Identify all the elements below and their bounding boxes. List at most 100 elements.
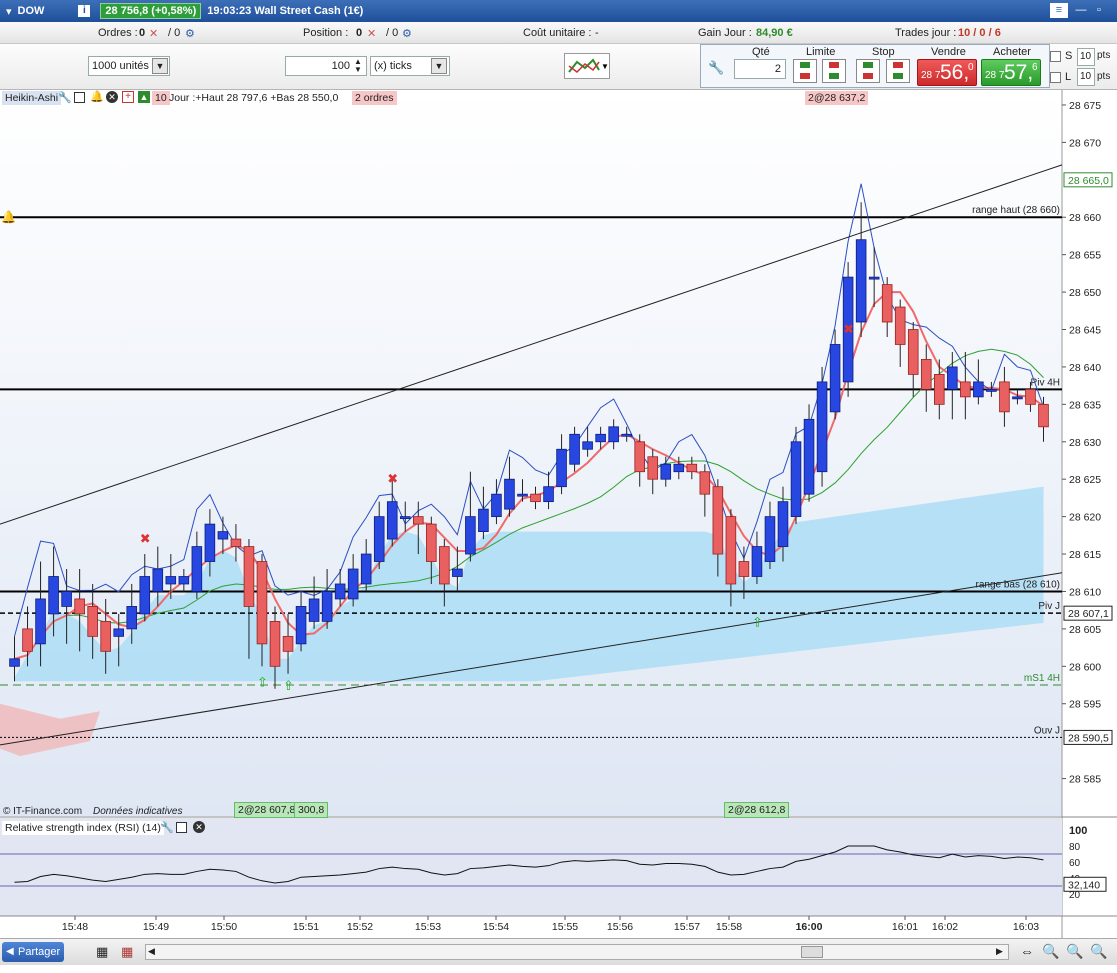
- close-icon[interactable]: ✕: [106, 91, 118, 103]
- day-range-info: Jour :+Haut 28 797,6 +Bas 28 550,0: [169, 92, 339, 104]
- y-tick-label: 28 670: [1069, 137, 1101, 149]
- layout-icon[interactable]: ≡: [1050, 3, 1068, 18]
- candle-body: [126, 606, 138, 630]
- candle-body: [881, 284, 893, 323]
- wrench-icon[interactable]: 🔧: [708, 60, 724, 76]
- candle-body: [504, 478, 515, 510]
- sell-button[interactable]: 28 7 56, 0: [917, 59, 977, 86]
- gears-icon[interactable]: ⚙: [185, 27, 195, 40]
- calculator-icon[interactable]: ▦: [96, 944, 108, 960]
- stop-buy-button[interactable]: [856, 59, 880, 83]
- order-tag-middle[interactable]: 2@28 612,8: [724, 802, 790, 818]
- zoom-out-icon[interactable]: 🔍: [1066, 943, 1083, 960]
- menu-arrow-icon[interactable]: ▾: [6, 5, 12, 18]
- chart-area[interactable]: range haut (28 660) Piv 4H range bas (28 6…: [0, 90, 1117, 970]
- y-tick-label: 28 630: [1069, 437, 1101, 449]
- scroll-left-icon[interactable]: ◀: [148, 946, 155, 957]
- candle-body: [738, 561, 750, 577]
- orders-tag[interactable]: 2 ordres: [352, 91, 397, 105]
- restore-icon[interactable]: ▫: [1090, 3, 1108, 18]
- l-pts-input[interactable]: 10: [1077, 68, 1095, 86]
- stepper-icon[interactable]: ▲ ▼: [354, 58, 362, 74]
- zoom-in-icon[interactable]: 🔍: [1090, 943, 1107, 960]
- buy-marker: ⇧: [752, 614, 763, 629]
- chevron-down-icon[interactable]: ▼: [431, 58, 447, 74]
- info-icon[interactable]: i: [78, 5, 91, 17]
- price-tag-label: 28 590,5: [1068, 732, 1109, 744]
- s-pts-label: pts: [1097, 50, 1111, 61]
- wrench-icon[interactable]: 🔧: [58, 91, 72, 104]
- orders-value-2: / 0: [168, 27, 181, 39]
- candle-body: [660, 463, 672, 480]
- chevron-down-icon[interactable]: ▼: [152, 58, 168, 74]
- rsi-tick-label: 60: [1069, 858, 1081, 869]
- x-tick-label: 16:01: [892, 921, 918, 933]
- l-checkbox[interactable]: [1050, 72, 1061, 83]
- order-tag-right[interactable]: 2@28 637,2: [805, 91, 869, 105]
- candle-body: [452, 568, 463, 577]
- orders-label: Ordres :: [98, 27, 138, 39]
- x-tick-label: 15:57: [674, 921, 700, 933]
- fit-icon[interactable]: ⇔: [1020, 943, 1034, 959]
- y-tick-label: 28 655: [1069, 250, 1101, 262]
- candle-body: [61, 591, 72, 607]
- y-tick-label: 28 620: [1069, 512, 1101, 524]
- y-tick-label: 28 640: [1069, 362, 1101, 374]
- chess-icon[interactable]: ▦: [121, 944, 133, 960]
- add-icon[interactable]: +: [122, 91, 134, 103]
- stop-sell-button[interactable]: [886, 59, 910, 83]
- y-tick-label: 28 610: [1069, 586, 1101, 598]
- position-gears-icon[interactable]: ⚙: [402, 27, 412, 40]
- candle-body: [556, 448, 567, 488]
- buy-price-small: 28 7: [985, 70, 1005, 81]
- y-tick-label: 28 635: [1069, 399, 1101, 411]
- cancel-orders-icon[interactable]: ✕: [149, 27, 158, 40]
- candle-body: [269, 621, 281, 667]
- bell-icon[interactable]: 🔔: [90, 90, 104, 103]
- candle-body: [100, 621, 111, 652]
- horizontal-scrollbar[interactable]: ◀ ▶: [145, 944, 1009, 960]
- candle-body: [686, 463, 698, 473]
- zoom-auto-icon[interactable]: 🔍: [1042, 943, 1059, 960]
- qty-input-value: 100: [331, 60, 350, 72]
- buy-button[interactable]: 28 7 57, 6: [981, 59, 1041, 86]
- candle-body: [491, 493, 502, 518]
- rsi-window-icon[interactable]: [176, 822, 187, 833]
- indicator-label[interactable]: Heikin-Ashi: [2, 91, 62, 105]
- y-tick-label: 28 615: [1069, 549, 1101, 561]
- y-tick-label: 28 645: [1069, 325, 1101, 337]
- candle-body: [439, 546, 450, 585]
- order-tag-partial[interactable]: 300,8: [294, 802, 329, 818]
- y-tick-label: 28 675: [1069, 100, 1101, 112]
- s-checkbox[interactable]: [1050, 51, 1061, 62]
- y-tick-label: 28 600: [1069, 661, 1101, 673]
- arrow-up-icon[interactable]: ▲: [138, 91, 150, 103]
- candle-body: [334, 583, 346, 600]
- alarm-bell-icon[interactable]: 🔔: [1, 210, 16, 224]
- candle-body: [517, 493, 528, 497]
- candle-body: [595, 433, 606, 443]
- candle-body: [712, 486, 724, 555]
- sell-marker: ✖: [387, 471, 398, 486]
- instrument-name[interactable]: DOW: [18, 5, 45, 17]
- scroll-right-icon[interactable]: ▶: [996, 946, 1003, 957]
- minimize-icon[interactable]: —: [1072, 3, 1090, 18]
- window-icon[interactable]: [74, 92, 85, 103]
- rsi-close-icon[interactable]: ✕: [193, 821, 205, 833]
- y-tick-label: 28 625: [1069, 474, 1101, 486]
- candle-body: [386, 501, 398, 540]
- price-badge: 28 756,8 (+0,58%): [100, 3, 202, 19]
- scroll-thumb[interactable]: [801, 946, 823, 958]
- candle-body: [74, 598, 85, 615]
- data-note: Données indicatives: [93, 806, 183, 817]
- limit-buy-button[interactable]: [793, 59, 817, 83]
- candle-body: [465, 516, 476, 555]
- qte-input[interactable]: 2: [734, 59, 786, 79]
- s-pts-input[interactable]: 10: [1077, 48, 1095, 66]
- limit-sell-button[interactable]: [822, 59, 846, 83]
- chart-type-button[interactable]: ▼: [564, 53, 610, 79]
- vendre-label: Vendre: [931, 46, 966, 58]
- order-tag-left[interactable]: 2@28 607,8: [234, 802, 300, 818]
- close-position-icon[interactable]: ✕: [367, 27, 376, 40]
- rsi-wrench-icon[interactable]: 🔧: [160, 821, 174, 834]
